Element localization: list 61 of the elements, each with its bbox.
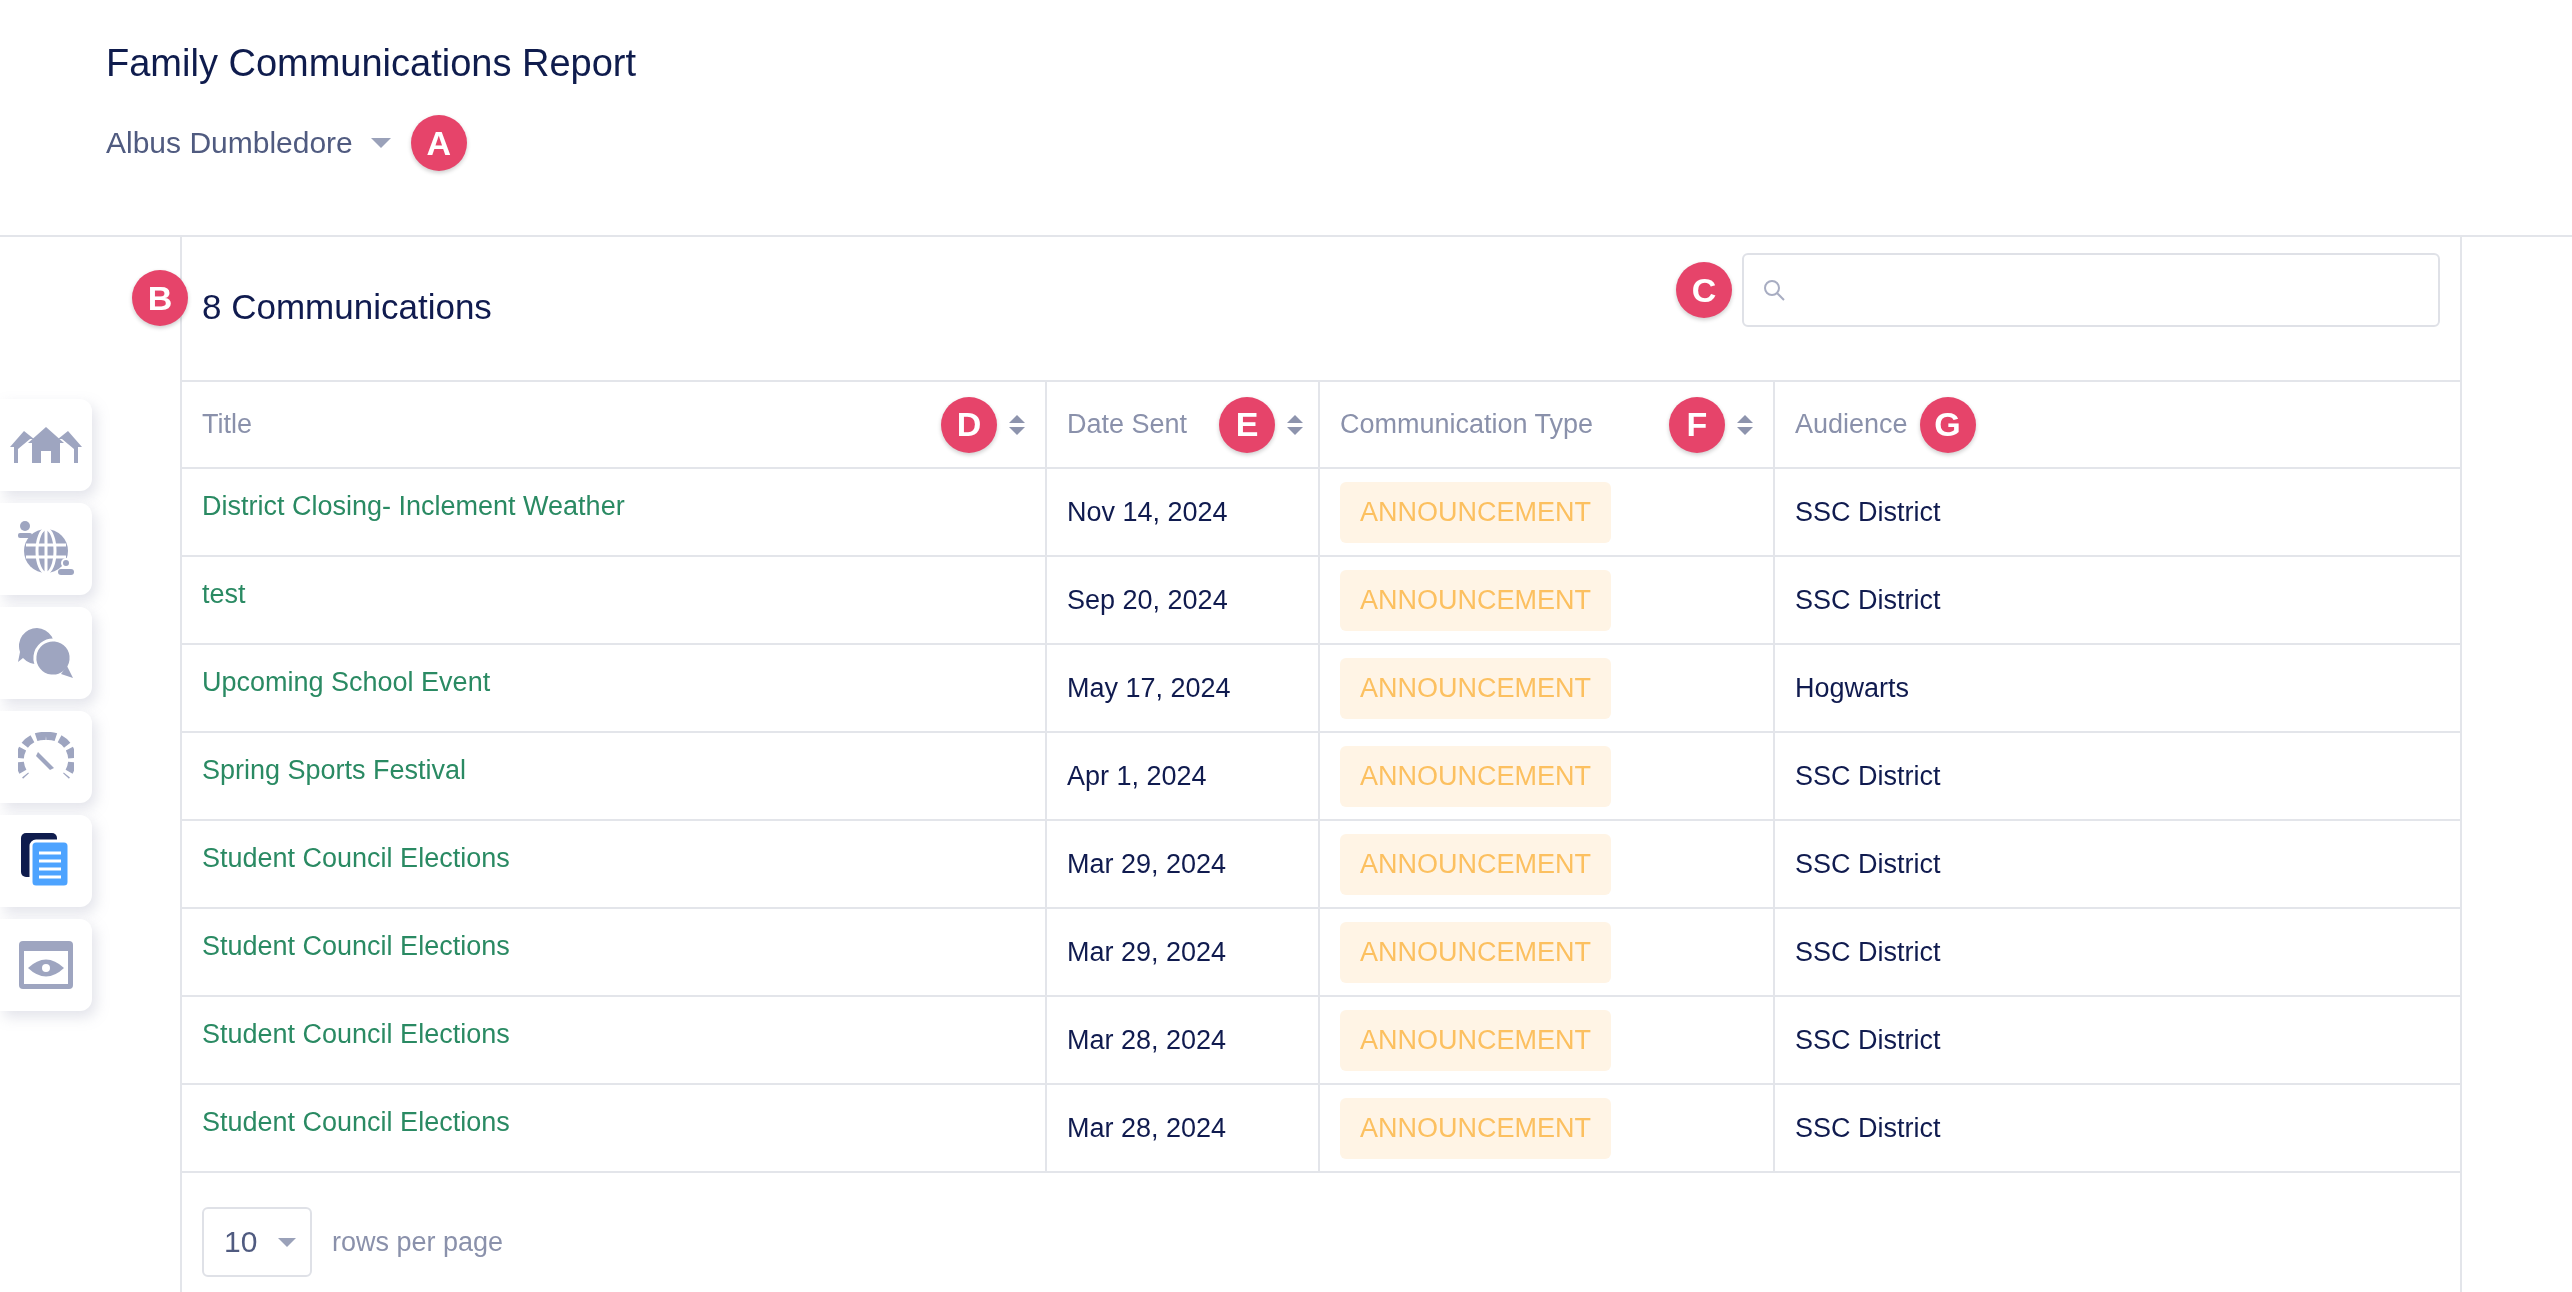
column-header[interactable]: Communication Type xyxy=(1340,409,1594,440)
communication-title-link[interactable]: Spring Sports Festival xyxy=(202,755,467,786)
callout-marker: B xyxy=(132,270,188,326)
callout-marker: E xyxy=(1219,396,1276,453)
search-icon xyxy=(1762,278,1786,302)
date-cell: May 17, 2024 xyxy=(1067,672,1231,704)
type-tag: ANNOUNCEMENT xyxy=(1340,481,1611,543)
column-header[interactable]: Title xyxy=(202,409,252,440)
audience-cell: SSC District xyxy=(1795,496,1941,528)
audience-cell: Hogwarts xyxy=(1795,672,1910,704)
user-dropdown[interactable]: Albus Dumbledore xyxy=(106,126,391,160)
callout-marker: G xyxy=(1919,396,1976,453)
date-cell: Apr 1, 2024 xyxy=(1067,760,1207,792)
audience-cell: SSC District xyxy=(1795,584,1941,616)
column-header[interactable]: Date Sent xyxy=(1067,409,1188,440)
type-tag: ANNOUNCEMENT xyxy=(1340,833,1611,895)
audience-cell: SSC District xyxy=(1795,760,1941,792)
search-field[interactable] xyxy=(1742,253,2440,327)
communication-title-link[interactable]: Student Council Elections xyxy=(202,1107,510,1138)
date-cell: Mar 28, 2024 xyxy=(1067,1024,1227,1056)
rows-per-page-select[interactable]: 10 xyxy=(202,1207,312,1277)
documents-icon xyxy=(21,833,71,889)
communication-title-link[interactable]: Student Council Elections xyxy=(202,1019,510,1050)
type-tag: ANNOUNCEMENT xyxy=(1340,569,1611,631)
report-title: Family Communications Report xyxy=(106,42,638,85)
callout-marker: A xyxy=(410,115,467,171)
audience-cell: SSC District xyxy=(1795,1024,1941,1056)
sidebar-item[interactable] xyxy=(0,815,92,907)
communication-title-link[interactable]: Upcoming School Event xyxy=(202,667,491,698)
date-cell: Mar 29, 2024 xyxy=(1067,936,1227,968)
type-tag: ANNOUNCEMENT xyxy=(1340,1097,1611,1159)
communication-title-link[interactable]: Student Council Elections xyxy=(202,843,510,874)
audience-cell: SSC District xyxy=(1795,848,1941,880)
column-header: Audience xyxy=(1795,409,1908,440)
communications-count: 8 Communications xyxy=(202,287,493,327)
sort-icon[interactable] xyxy=(1737,412,1753,437)
globe-people-icon xyxy=(18,521,74,577)
caret-icon xyxy=(278,1237,296,1247)
type-tag: ANNOUNCEMENT xyxy=(1340,745,1611,807)
window-eye-icon xyxy=(19,941,73,989)
type-tag: ANNOUNCEMENT xyxy=(1340,921,1611,983)
date-cell: Mar 29, 2024 xyxy=(1067,848,1227,880)
sort-icon[interactable] xyxy=(1287,412,1304,437)
chat-bubbles-icon xyxy=(17,626,75,680)
type-tag: ANNOUNCEMENT xyxy=(1340,1009,1611,1071)
date-cell: Mar 28, 2024 xyxy=(1067,1112,1227,1144)
caret-icon xyxy=(370,138,391,148)
type-tag: ANNOUNCEMENT xyxy=(1340,657,1611,719)
audience-cell: SSC District xyxy=(1795,936,1941,968)
audience-cell: SSC District xyxy=(1795,1112,1941,1144)
houses-icon xyxy=(10,425,82,465)
callout-marker: C xyxy=(1676,262,1732,318)
callout-marker: F xyxy=(1669,396,1725,453)
communication-title-link[interactable]: test xyxy=(202,579,246,610)
communication-title-link[interactable]: District Closing- Inclement Weather xyxy=(202,491,625,522)
date-cell: Nov 14, 2024 xyxy=(1067,496,1228,528)
communication-title-link[interactable]: Student Council Elections xyxy=(202,931,510,962)
sort-icon[interactable] xyxy=(1009,412,1025,437)
callout-marker: D xyxy=(941,396,997,453)
date-cell: Sep 20, 2024 xyxy=(1067,584,1228,616)
rows-per-page-label: rows per page xyxy=(332,1226,504,1258)
